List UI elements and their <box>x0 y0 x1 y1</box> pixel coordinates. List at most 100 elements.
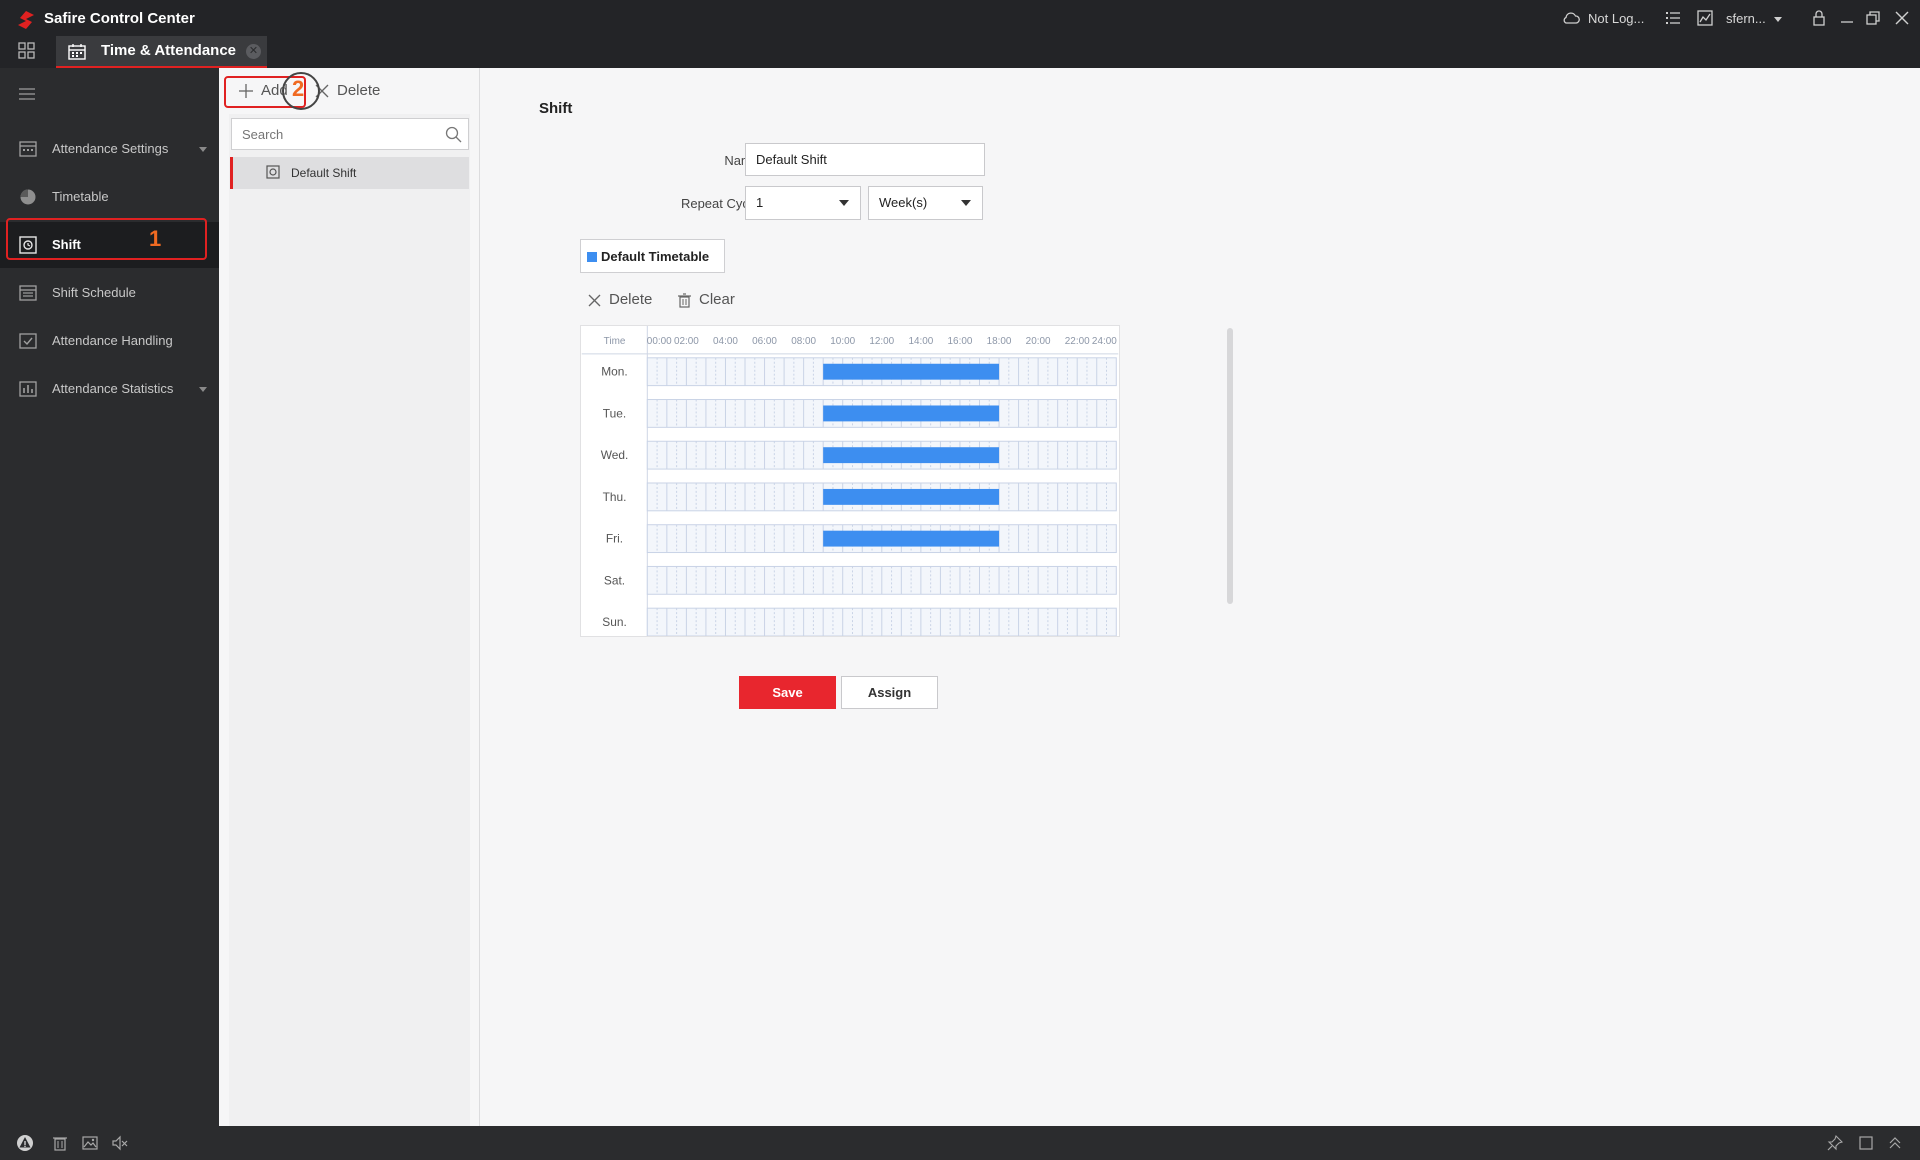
save-button[interactable]: Save <box>739 676 836 709</box>
time-header-label: Time <box>604 336 626 347</box>
name-value: Default Shift <box>756 152 827 167</box>
repeat-unit-select[interactable]: Week(s) <box>868 186 983 220</box>
image-icon[interactable] <box>81 1134 99 1152</box>
alarm-icon[interactable] <box>16 1134 34 1152</box>
app-title: Safire Control Center <box>44 10 195 27</box>
repeat-cycle-value: 1 <box>756 195 764 210</box>
sidebar-item-label: Attendance Settings <box>52 141 169 156</box>
day-label: Sat. <box>604 573 625 587</box>
statistics-icon[interactable] <box>1696 9 1714 27</box>
weekly-schedule-grid[interactable]: Time 00:00 02:00 04:00 06:00 08:00 10:00 12:00 1… <box>580 325 1120 637</box>
minimize-icon[interactable] <box>1838 9 1856 27</box>
name-field[interactable]: Default Shift <box>745 143 985 176</box>
submenu-caret-icon <box>199 387 207 392</box>
time-tick-label: 10:00 <box>830 336 855 347</box>
mute-icon[interactable] <box>111 1134 129 1152</box>
day-label: Sun. <box>602 615 627 629</box>
day-label: Wed. <box>601 448 629 462</box>
lock-icon[interactable] <box>1810 9 1828 27</box>
cloud-status[interactable]: Not Log... <box>1588 11 1644 33</box>
pin-icon[interactable] <box>1826 1134 1844 1152</box>
sidebar-item-attendance-settings[interactable]: Attendance Settings <box>0 126 219 172</box>
shift-list-panel <box>229 114 470 1126</box>
time-segment-bar <box>823 488 1000 505</box>
time-tick-label: 22:00 <box>1065 336 1090 347</box>
time-tick-label: 12:00 <box>869 336 894 347</box>
shift-icon <box>266 165 280 179</box>
day-label: Mon. <box>601 365 627 379</box>
clock-icon <box>20 189 36 205</box>
main-content: Add Delete 2 Default Shift Shift Name <box>219 68 1920 1126</box>
time-segment-bar <box>823 530 1000 547</box>
delete-button-label: Delete <box>337 82 381 99</box>
assign-button[interactable]: Assign <box>841 676 938 709</box>
repeat-unit-value: Week(s) <box>879 195 928 210</box>
tab-time-attendance[interactable]: Time & Attendance ✕ <box>56 36 267 68</box>
sidebar-item-label: Timetable <box>52 189 109 204</box>
time-tick-label: 08:00 <box>791 336 816 347</box>
delete-period-label: Delete <box>609 291 653 308</box>
clear-label: Clear <box>699 291 735 308</box>
sidebar: Attendance Settings Timetable Shift Shif… <box>0 68 219 1126</box>
time-tick-label: 06:00 <box>752 336 777 347</box>
title-bar: Safire Control Center Time & Attendance … <box>0 0 1920 68</box>
timetable-chip-default[interactable]: Default Timetable <box>580 239 725 273</box>
delete-x-icon <box>588 294 601 307</box>
schedule-scrollbar[interactable] <box>1227 328 1233 604</box>
cloud-icon[interactable] <box>1562 9 1580 27</box>
list-toolbar: Add Delete 2 <box>219 68 479 114</box>
module-grid-icon[interactable] <box>18 42 36 60</box>
schedule-icon <box>19 285 37 301</box>
user-caret-icon[interactable] <box>1774 17 1782 22</box>
window-icon[interactable] <box>1857 1134 1875 1152</box>
section-title: Shift <box>539 100 573 117</box>
trash-icon[interactable] <box>51 1134 69 1152</box>
day-label: Tue. <box>603 406 626 420</box>
list-item-default-shift[interactable]: Default Shift <box>230 157 469 189</box>
hamburger-menu-icon[interactable] <box>19 88 35 100</box>
chevron-down-icon <box>839 200 849 206</box>
time-tick-label: 00:00 <box>647 336 672 347</box>
time-tick-label: 02:00 <box>674 336 699 347</box>
user-name[interactable]: sfern... <box>1726 11 1766 33</box>
restore-icon[interactable] <box>1864 9 1882 27</box>
submenu-caret-icon <box>199 147 207 152</box>
repeat-cycle-select[interactable]: 1 <box>745 186 861 220</box>
annotation-number-step2: 2 <box>292 76 305 101</box>
status-bar <box>0 1126 1920 1160</box>
close-icon[interactable] <box>1893 9 1911 27</box>
sidebar-item-attendance-statistics[interactable]: Attendance Statistics <box>0 366 219 412</box>
search-field[interactable] <box>231 118 469 150</box>
sidebar-item-label: Shift Schedule <box>52 285 136 300</box>
sidebar-item-attendance-handling[interactable]: Attendance Handling <box>0 318 219 364</box>
chevron-down-icon <box>961 200 971 206</box>
time-tick-label: 20:00 <box>1026 336 1051 347</box>
time-tick-label: 16:00 <box>948 336 973 347</box>
task-list-icon[interactable] <box>1664 9 1682 27</box>
trash-icon <box>678 293 691 308</box>
time-segment-bar <box>823 363 1000 380</box>
collapse-up-icon[interactable] <box>1886 1134 1904 1152</box>
annotation-number-step1: 1 <box>149 226 162 251</box>
tab-close-icon[interactable]: ✕ <box>246 44 261 59</box>
sidebar-item-shift-schedule[interactable]: Shift Schedule <box>0 270 219 316</box>
day-label: Fri. <box>606 532 623 546</box>
sidebar-item-timetable[interactable]: Timetable <box>0 174 219 220</box>
time-tick-label: 18:00 <box>987 336 1012 347</box>
time-tick-label: 14:00 <box>908 336 933 347</box>
sidebar-item-label: Attendance Handling <box>52 333 173 348</box>
search-input[interactable] <box>232 119 432 149</box>
calendar-settings-icon <box>19 141 37 157</box>
check-calendar-icon <box>19 333 37 349</box>
safire-logo-icon <box>18 11 34 29</box>
day-label: Thu. <box>603 490 627 504</box>
tab-label: Time & Attendance <box>101 42 237 59</box>
repeat-cycle-label: Repeat Cycle <box>680 196 759 211</box>
time-tick-label: 04:00 <box>713 336 738 347</box>
panel-divider <box>479 68 480 1126</box>
timetable-color-swatch <box>587 252 597 262</box>
time-segment-bar <box>823 447 1000 464</box>
time-segment-bar <box>823 405 1000 422</box>
search-icon[interactable] <box>445 126 462 143</box>
calendar-icon <box>68 44 86 60</box>
